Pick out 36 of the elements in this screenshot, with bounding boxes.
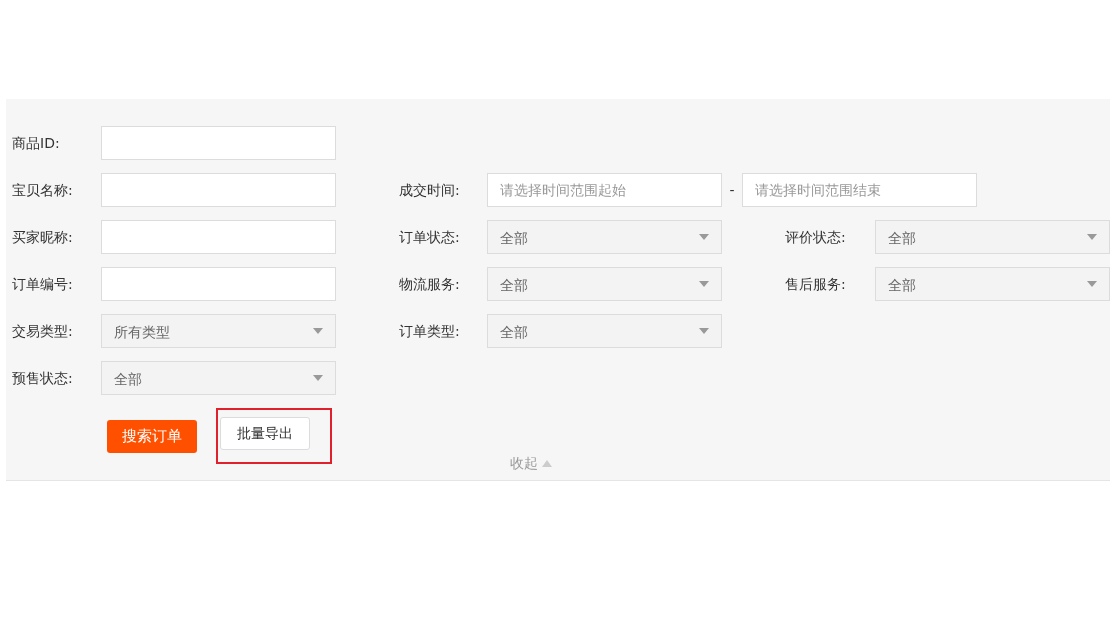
select-field[interactable]: 全部 bbox=[101, 361, 336, 395]
select-field[interactable]: 全部 bbox=[875, 220, 1110, 254]
export-button[interactable]: 批量导出 bbox=[220, 417, 310, 450]
select-field[interactable]: 全部 bbox=[487, 220, 722, 254]
field-label: 订单编号: bbox=[12, 274, 74, 294]
field-label: 订单状态: bbox=[399, 227, 461, 247]
select-field[interactable]: 全部 bbox=[487, 314, 722, 348]
select-field[interactable]: 全部 bbox=[487, 267, 722, 301]
field-label: 商品ID: bbox=[12, 133, 61, 153]
caret-icon bbox=[313, 375, 323, 381]
caret-icon bbox=[699, 281, 709, 287]
field-label: 物流服务: bbox=[399, 274, 461, 294]
field-label: 交易类型: bbox=[12, 321, 74, 341]
field-label: 成交时间: bbox=[399, 180, 461, 200]
field-label: 订单类型: bbox=[399, 321, 461, 341]
caret-icon bbox=[1087, 234, 1097, 240]
range-separator: - bbox=[728, 180, 736, 200]
field-label: 评价状态: bbox=[785, 227, 847, 247]
up-triangle-icon bbox=[542, 460, 552, 467]
input-field[interactable]: 请选择时间范围起始 bbox=[487, 173, 722, 207]
caret-icon bbox=[699, 328, 709, 334]
input-field[interactable] bbox=[101, 220, 336, 254]
field-label: 售后服务: bbox=[785, 274, 847, 294]
input-field[interactable] bbox=[101, 126, 336, 160]
caret-icon bbox=[313, 328, 323, 334]
select-field[interactable]: 全部 bbox=[875, 267, 1110, 301]
caret-icon bbox=[699, 234, 709, 240]
input-field[interactable] bbox=[101, 173, 336, 207]
field-label: 宝贝名称: bbox=[12, 180, 74, 200]
select-field[interactable]: 所有类型 bbox=[101, 314, 336, 348]
caret-icon bbox=[1087, 281, 1097, 287]
field-label: 预售状态: bbox=[12, 368, 74, 388]
search-button[interactable]: 搜索订单 bbox=[107, 419, 197, 453]
input-field[interactable]: 请选择时间范围结束 bbox=[742, 173, 977, 207]
field-label: 买家昵称: bbox=[12, 227, 74, 247]
input-field[interactable] bbox=[101, 267, 336, 301]
